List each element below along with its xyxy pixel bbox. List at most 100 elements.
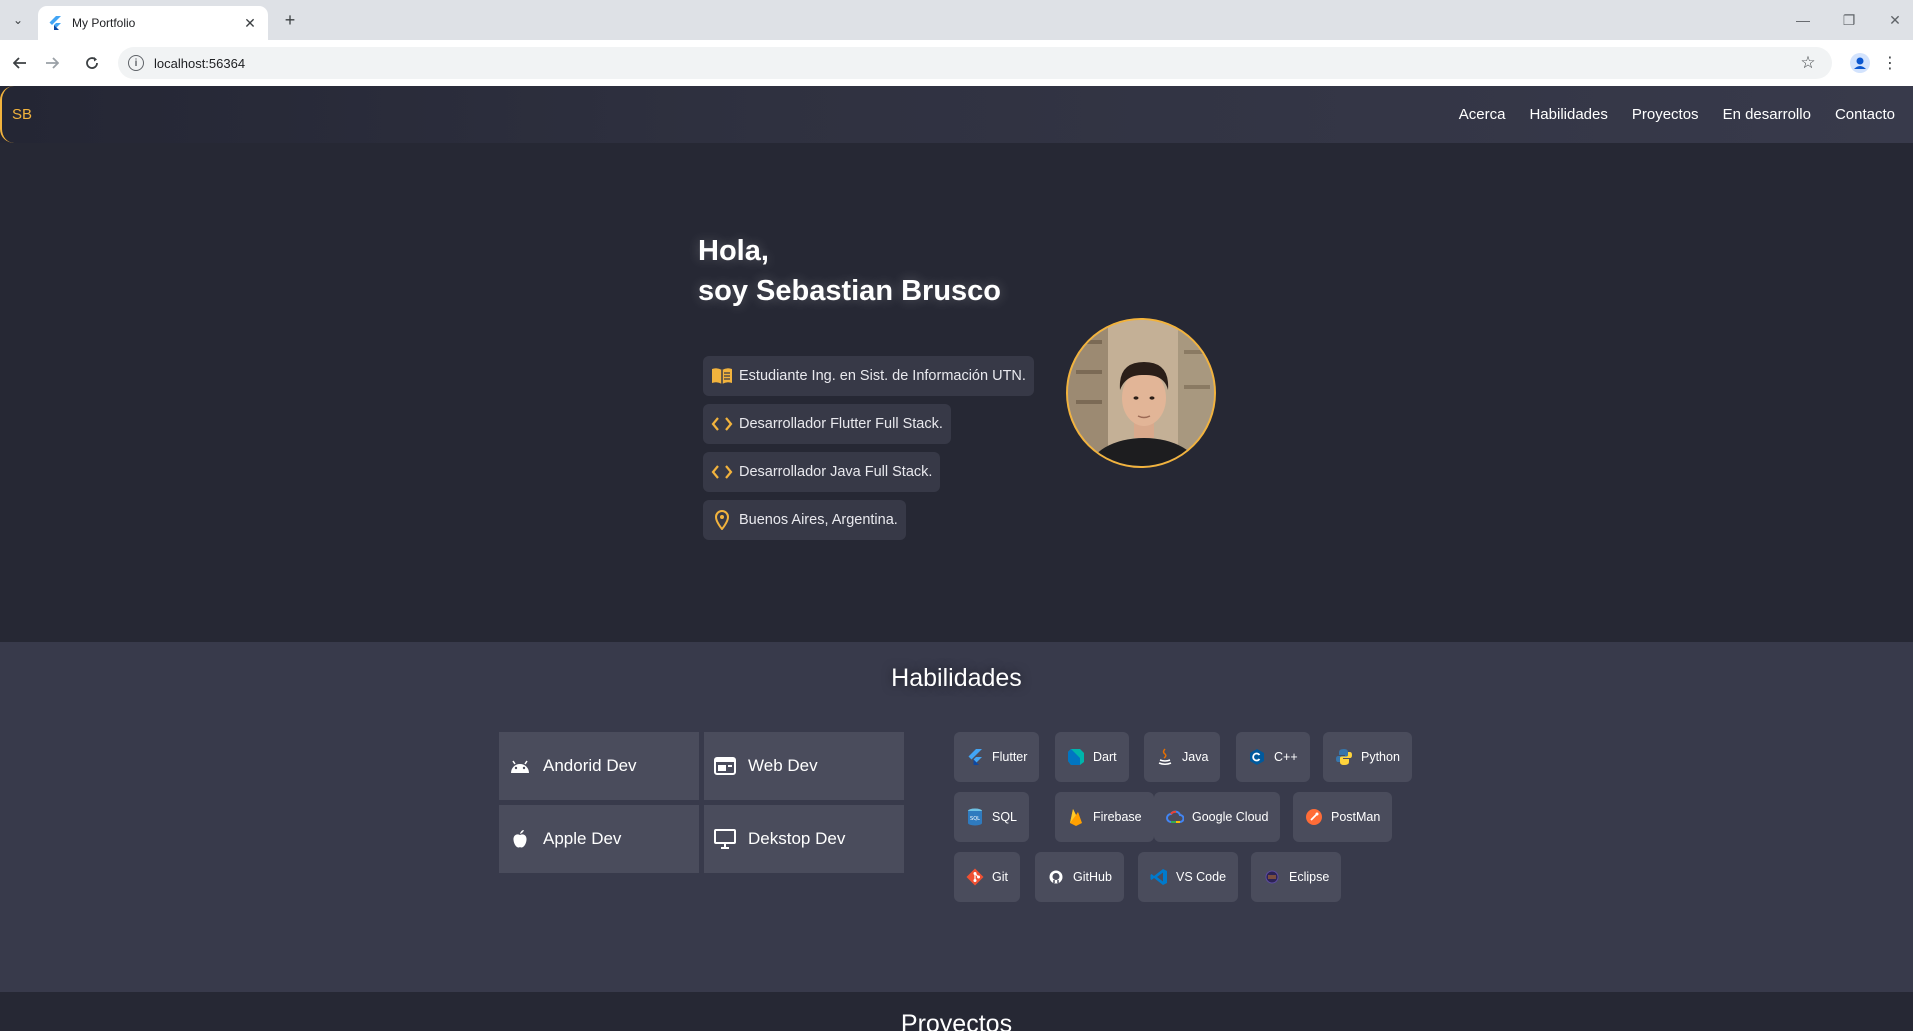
tech-label: GitHub (1073, 870, 1112, 884)
code-icon (711, 465, 733, 479)
restore-button[interactable]: ❐ (1834, 8, 1864, 32)
hero-section: Hola, soy Sebastian Brusco Estudiante In… (0, 143, 1913, 642)
cpp-icon (1248, 748, 1266, 766)
svg-text:SQL: SQL (970, 816, 980, 822)
dev-card-apple[interactable]: Apple Dev (499, 805, 699, 873)
browser-tab-bar: ⌄ My Portfolio ✕ + — ❐ ✕ (0, 0, 1913, 40)
back-arrow-icon (13, 57, 26, 69)
forward-arrow-icon (46, 57, 59, 69)
location-pin-icon (714, 510, 730, 530)
dart-icon (1067, 748, 1085, 766)
info-chip-location: Buenos Aires, Argentina. (703, 500, 906, 540)
tech-label: Git (992, 870, 1008, 884)
chevron-down-icon: ⌄ (12, 13, 24, 27)
tech-label: Eclipse (1289, 870, 1330, 884)
new-tab-button[interactable]: + (278, 8, 302, 32)
dev-card-desktop[interactable]: Dekstop Dev (704, 805, 904, 873)
firebase-icon (1067, 808, 1085, 826)
tech-chip-dart[interactable]: Dart (1055, 732, 1129, 782)
tech-chip-firebase[interactable]: Firebase (1055, 792, 1154, 842)
projects-section: Proyectos (0, 992, 1913, 1031)
flutter-icon (966, 748, 984, 766)
eclipse-icon (1263, 868, 1281, 886)
address-bar[interactable]: i localhost:56364 ☆ (118, 47, 1832, 79)
info-chip-text: Buenos Aires, Argentina. (739, 512, 898, 528)
tech-label: Java (1182, 750, 1209, 764)
tech-chip-github[interactable]: GitHub (1035, 852, 1124, 902)
dev-card-label: Andorid Dev (543, 756, 637, 775)
vscode-icon (1150, 868, 1168, 886)
profile-icon (1850, 53, 1870, 73)
url-text[interactable]: localhost:56364 (154, 56, 1796, 71)
tech-chip-java[interactable]: Java (1144, 732, 1221, 782)
tech-chip-postman[interactable]: PostMan (1293, 792, 1393, 842)
tab-search-button[interactable]: ⌄ (6, 8, 30, 32)
back-button[interactable] (8, 51, 32, 75)
tech-label: PostMan (1331, 810, 1381, 824)
browser-tab[interactable]: My Portfolio ✕ (38, 6, 268, 40)
code-icon (711, 417, 733, 431)
hero-name: soy Sebastian Brusco (698, 275, 1001, 307)
window-close-button[interactable]: ✕ (1880, 8, 1910, 32)
reload-icon (86, 57, 98, 69)
tech-chip-flutter[interactable]: Flutter (954, 732, 1040, 782)
portfolio-page: SB Acerca Habilidades Proyectos En desar… (0, 86, 1913, 1031)
nav-acerca[interactable]: Acerca (1459, 106, 1506, 123)
tech-label: Google Cloud (1192, 810, 1269, 824)
google-cloud-icon (1166, 808, 1184, 826)
java-icon (1156, 748, 1174, 766)
info-chip-text: Desarrollador Flutter Full Stack. (739, 416, 943, 432)
nav-en-desarrollo[interactable]: En desarrollo (1723, 106, 1811, 123)
tech-chip-sql[interactable]: SQL SQL (954, 792, 1030, 842)
info-chip-studies: Estudiante Ing. en Sist. de Información … (703, 356, 1034, 396)
bookmark-star-icon[interactable]: ☆ (1796, 53, 1820, 73)
dev-card-web[interactable]: Web Dev (704, 732, 904, 800)
tech-chip-cpp[interactable]: C++ (1236, 732, 1310, 782)
nav-menu: Acerca Habilidades Proyectos En desarrol… (1459, 86, 1895, 143)
tech-chip-python[interactable]: Python (1323, 732, 1412, 782)
nav-habilidades[interactable]: Habilidades (1529, 106, 1607, 123)
app-bar: SB Acerca Habilidades Proyectos En desar… (0, 86, 1913, 143)
info-chip-text: Desarrollador Java Full Stack. (739, 464, 933, 480)
minimize-button[interactable]: — (1788, 8, 1818, 32)
python-icon (1335, 748, 1353, 766)
tech-label: Firebase (1093, 810, 1142, 824)
nav-contacto[interactable]: Contacto (1835, 106, 1895, 123)
tech-label: SQL (992, 810, 1018, 824)
hero-title: Hola, soy Sebastian Brusco (698, 231, 1001, 311)
github-icon (1047, 868, 1065, 886)
tech-label: Dart (1093, 750, 1117, 764)
browser-menu-icon[interactable]: ⋮ (1882, 51, 1898, 75)
tech-chip-git[interactable]: Git (954, 852, 1020, 902)
sql-database-icon: SQL (966, 808, 984, 826)
tech-chip-google-cloud[interactable]: Google Cloud (1154, 792, 1281, 842)
tech-label: VS Code (1176, 870, 1227, 884)
dev-card-label: Dekstop Dev (748, 829, 846, 848)
info-chip-java: Desarrollador Java Full Stack. (703, 452, 941, 492)
hero-greeting: Hola, (698, 235, 769, 267)
tech-chip-vscode[interactable]: VS Code (1138, 852, 1239, 902)
skills-title: Habilidades (891, 664, 1022, 692)
apple-icon (513, 830, 527, 848)
site-info-icon[interactable]: i (128, 55, 144, 71)
browser-toolbar: i localhost:56364 ☆ ⋮ (0, 40, 1913, 86)
reload-button[interactable] (80, 51, 104, 75)
logo[interactable]: SB (0, 86, 56, 143)
profile-button[interactable] (1848, 51, 1872, 75)
postman-icon (1305, 808, 1323, 826)
desktop-icon (714, 829, 736, 849)
tech-label: C++ (1274, 750, 1298, 764)
web-icon (714, 757, 736, 775)
nav-proyectos[interactable]: Proyectos (1632, 106, 1699, 123)
forward-button[interactable] (40, 51, 64, 75)
git-icon (966, 868, 984, 886)
tech-chip-eclipse[interactable]: Eclipse (1251, 852, 1342, 902)
info-chip-flutter: Desarrollador Flutter Full Stack. (703, 404, 951, 444)
info-chip-text: Estudiante Ing. en Sist. de Información … (739, 368, 1026, 384)
profile-photo (1066, 318, 1216, 468)
android-icon (511, 760, 529, 773)
projects-title: Proyectos (900, 1010, 1013, 1031)
dev-card-android[interactable]: Andorid Dev (499, 732, 699, 800)
tab-title: My Portfolio (72, 16, 136, 30)
tab-close-icon[interactable]: ✕ (242, 15, 258, 32)
